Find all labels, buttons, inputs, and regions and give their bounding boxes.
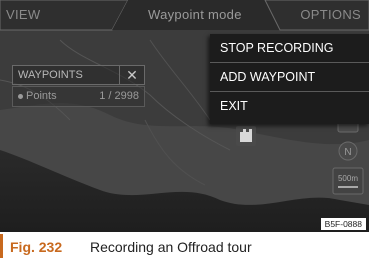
compass-letter: N: [344, 147, 351, 158]
caption-text: Recording an Offroad tour: [90, 239, 252, 255]
figure-number: Fig. 232: [10, 239, 63, 255]
scale-indicator: 500m: [332, 167, 364, 195]
points-label: Points: [26, 90, 57, 102]
navigation-screen: N 500m VIEW Waypoint mode OPTIONS WAYPOI…: [0, 0, 369, 232]
mode-title: Waypoint mode: [148, 7, 242, 22]
options-tab[interactable]: OPTIONS: [300, 7, 361, 22]
exit-button[interactable]: EXIT: [210, 92, 369, 120]
caption-accent-bar: [0, 234, 3, 258]
figure-caption: Fig. 232 Recording an Offroad tour: [0, 232, 369, 262]
waypoints-panel: WAYPOINTS ✕ Points 1 / 2998: [12, 65, 145, 111]
image-code-badge: B5F-0888: [320, 218, 366, 230]
points-row: Points 1 / 2998: [12, 86, 145, 107]
top-bar: VIEW Waypoint mode OPTIONS: [0, 0, 369, 30]
waypoints-title: WAYPOINTS: [18, 69, 83, 81]
stop-recording-button[interactable]: STOP RECORDING: [210, 34, 369, 63]
waypoints-header: WAYPOINTS ✕: [12, 65, 145, 85]
add-waypoint-button[interactable]: ADD WAYPOINT: [210, 63, 369, 92]
scale-label: 500m: [338, 174, 358, 183]
options-menu: STOP RECORDING ADD WAYPOINT EXIT: [210, 34, 369, 124]
view-tab[interactable]: VIEW: [6, 7, 40, 22]
close-icon[interactable]: ✕: [119, 66, 144, 84]
compass-icon[interactable]: N: [338, 141, 358, 161]
bullet-icon: [18, 94, 23, 99]
location-marker-icon[interactable]: [236, 126, 256, 146]
points-value: 1 / 2998: [99, 90, 139, 102]
